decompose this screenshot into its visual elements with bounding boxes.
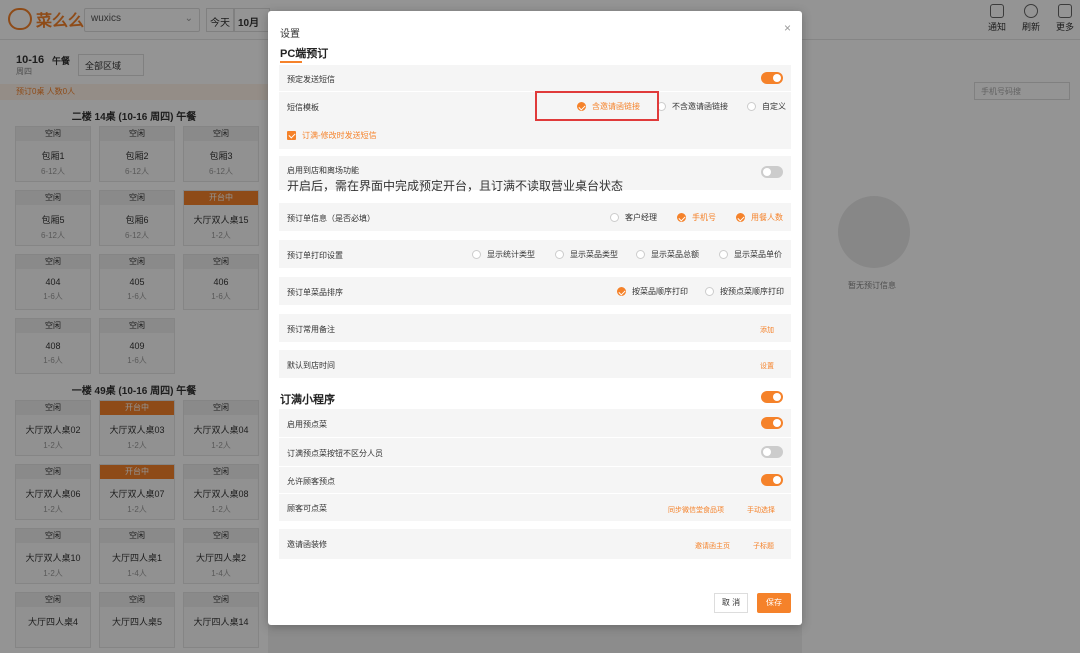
dish-sort-order[interactable]: 按菜品顺序打印 [617, 286, 688, 297]
print-dish-price-label: 显示菜品单价 [734, 250, 782, 259]
allow-guest-row: 允许顾客预点 [279, 467, 791, 493]
invite-card: 邀请函装修 邀请函主页 子标题 [279, 529, 791, 559]
dish-sort-label: 预订单菜品排序 [287, 288, 343, 297]
dish-sort-pre-label: 按预点菜顺序打印 [720, 287, 784, 296]
radio-icon [636, 250, 645, 259]
enable-preorder-toggle[interactable] [761, 417, 783, 429]
sms-template-label: 短信模板 [287, 103, 319, 112]
cancel-button[interactable]: 取 消 [714, 593, 748, 613]
section-mini-label: 订满小程序 [280, 394, 335, 406]
order-info-manager[interactable]: 客户经理 [610, 212, 657, 223]
sms-modify-label: 订满-修改时发送短信 [302, 131, 377, 140]
arrival-card: 启用到店和离场功能 开启后，需在界面中完成预定开台，且订满不读取营业桌台状态 [279, 156, 791, 193]
default-time-card: 默认到店时间 设置 [279, 350, 791, 378]
order-info-people[interactable]: 用餐人数 [736, 212, 783, 223]
print-stat-type[interactable]: 显示统计类型 [472, 249, 535, 260]
dish-sort-pre[interactable]: 按预点菜顺序打印 [705, 286, 784, 297]
sms-modify-checkbox[interactable]: 订满-修改时发送短信 [287, 130, 377, 141]
invite-home-link[interactable]: 邀请函主页 [695, 541, 730, 551]
radio-checked-icon [617, 287, 626, 296]
dish-sort-card: 预订单菜品排序 按菜品顺序打印 按预点菜顺序打印 [279, 277, 791, 305]
notes-add-link[interactable]: 添加 [760, 325, 774, 335]
dish-sort-order-label: 按菜品顺序打印 [632, 287, 688, 296]
arrival-sub: 开启后，需在界面中完成预定开台，且订满不读取营业桌台状态 [287, 179, 624, 193]
mini-program-toggle[interactable] [761, 391, 783, 403]
guest-dishes-row: 顾客可点菜 同步微信堂食品项 手动选择 [279, 494, 791, 521]
radio-icon [472, 250, 481, 259]
radio-icon [705, 287, 714, 296]
guest-dishes-label: 顾客可点菜 [287, 504, 327, 513]
print-stat-type-label: 显示统计类型 [487, 250, 535, 259]
notes-label: 预订常用备注 [287, 325, 335, 334]
radio-checked-icon [736, 213, 745, 222]
sms-send-label: 预定发送短信 [287, 75, 335, 84]
by-staff-toggle[interactable] [761, 446, 783, 458]
allow-guest-label: 允许顾客预点 [287, 477, 335, 486]
guest-sync-link[interactable]: 同步微信堂食品项 [668, 505, 724, 515]
sms-opt-without-link[interactable]: 不含邀请函链接 [657, 101, 728, 112]
section-pc-label: PC端预订 [280, 48, 329, 60]
arrival-label: 启用到店和离场功能 [287, 166, 359, 175]
order-info-label: 预订单信息（是否必填） [287, 214, 375, 223]
sms-opt-custom[interactable]: 自定义 [747, 101, 786, 112]
order-info-people-label: 用餐人数 [751, 213, 783, 222]
print-dish-price[interactable]: 显示菜品单价 [719, 249, 782, 260]
sms-opt-without-link-label: 不含邀请函链接 [672, 102, 728, 111]
guest-manual-link[interactable]: 手动选择 [747, 505, 775, 515]
radio-icon [719, 250, 728, 259]
radio-checked-icon [677, 213, 686, 222]
order-info-phone-label: 手机号 [692, 213, 716, 222]
arrival-toggle[interactable] [761, 166, 783, 178]
default-time-label: 默认到店时间 [287, 361, 335, 370]
invite-sub-link[interactable]: 子标题 [753, 541, 774, 551]
print-dish-total[interactable]: 显示菜品总额 [636, 249, 699, 260]
settings-modal: 设置 × PC端预订 预定发送短信 短信模板 含邀请函链接 不含邀请函链接 自定… [268, 11, 802, 625]
print-card: 预订单打印设置 显示统计类型 显示菜品类型 显示菜品总额 显示菜品单价 [279, 240, 791, 268]
radio-icon [747, 102, 756, 111]
section-mini-title: 订满小程序 [280, 391, 335, 407]
default-time-link[interactable]: 设置 [760, 361, 774, 371]
sms-send-toggle[interactable] [761, 72, 783, 84]
by-staff-label: 订满预点菜按钮不区分人员 [287, 449, 383, 458]
order-info-phone[interactable]: 手机号 [677, 212, 716, 223]
enable-preorder-label: 启用预点菜 [287, 420, 327, 429]
save-button[interactable]: 保存 [757, 593, 791, 613]
radio-icon [555, 250, 564, 259]
close-icon[interactable]: × [784, 21, 791, 35]
print-dish-type[interactable]: 显示菜品类型 [555, 249, 618, 260]
radio-icon [610, 213, 619, 222]
allow-guest-toggle[interactable] [761, 474, 783, 486]
notes-card: 预订常用备注 添加 [279, 314, 791, 342]
by-staff-row: 订满预点菜按钮不区分人员 [279, 438, 791, 466]
modal-title: 设置 [280, 29, 300, 40]
section-underline [280, 61, 302, 63]
enable-preorder-row: 启用预点菜 [279, 409, 791, 437]
sms-opt-custom-label: 自定义 [762, 102, 786, 111]
order-info-manager-label: 客户经理 [625, 213, 657, 222]
print-label: 预订单打印设置 [287, 251, 343, 260]
invite-label: 邀请函装修 [287, 540, 327, 549]
checkbox-checked-icon [287, 131, 296, 140]
print-dish-type-label: 显示菜品类型 [570, 250, 618, 259]
sms-send-row: 预定发送短信 [279, 65, 791, 91]
order-info-card: 预订单信息（是否必填） 客户经理 手机号 用餐人数 [279, 203, 791, 231]
section-pc-title: PC端预订 [280, 45, 329, 63]
mini-card: 启用预点菜 订满预点菜按钮不区分人员 允许顾客预点 顾客可点菜 同步微信堂食品项… [279, 409, 791, 521]
print-dish-total-label: 显示菜品总额 [651, 250, 699, 259]
highlight-annotation [535, 91, 659, 121]
